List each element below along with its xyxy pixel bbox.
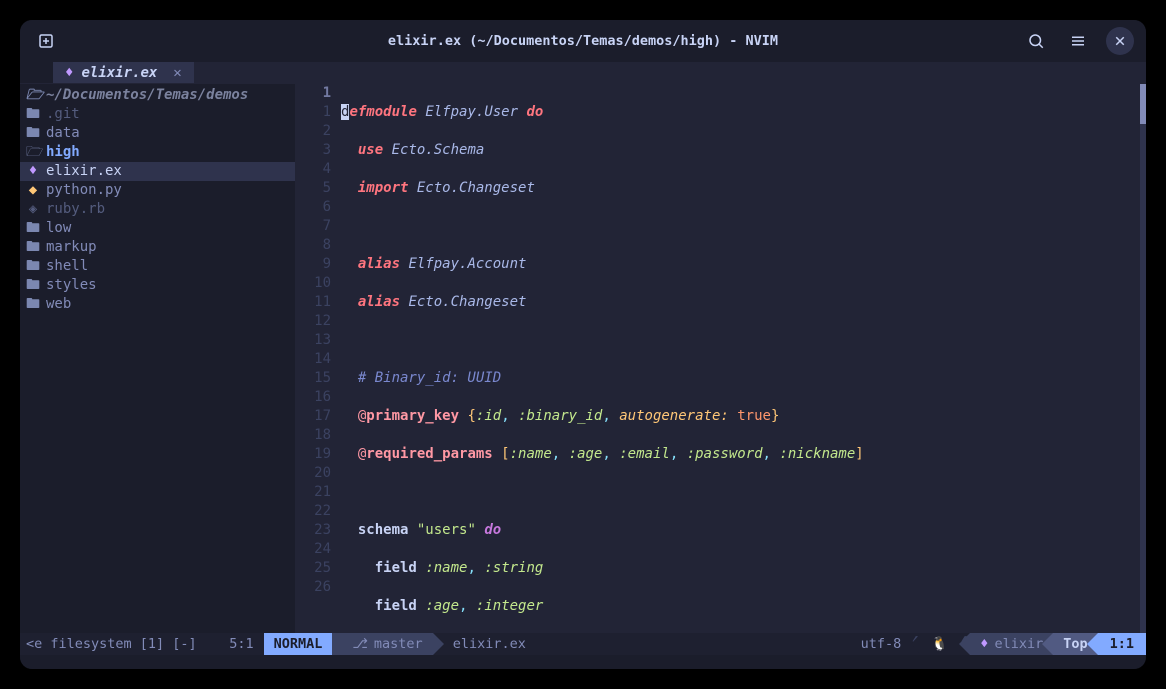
folder-open-icon: 🗁 bbox=[26, 86, 40, 105]
folder-icon: 🖿 bbox=[26, 257, 40, 276]
status-position: 1:1 bbox=[1098, 633, 1146, 655]
status-filetype: ♦elixir bbox=[970, 633, 1053, 655]
statusline: <e filesystem [1] [-] 5:1 NORMAL ⎇master… bbox=[20, 633, 1146, 655]
line-number: 17 bbox=[295, 407, 331, 426]
tree-item-label: ruby.rb bbox=[46, 200, 105, 219]
line-number: 6 bbox=[295, 198, 331, 217]
titlebar: elixir.ex (~/Documentos/Temas/demos/high… bbox=[20, 20, 1146, 62]
tree-folder[interactable]: 🖿 styles bbox=[20, 276, 295, 295]
ruby-icon: ◈ bbox=[26, 200, 40, 219]
line-number: 11 bbox=[295, 293, 331, 312]
folder-icon: 🖿 bbox=[26, 105, 40, 124]
tree-item-label: python.py bbox=[46, 181, 122, 200]
status-filename: elixir.ex bbox=[433, 633, 536, 655]
code-area[interactable]: defmodule Elfpay.User do use Ecto.Schema… bbox=[341, 84, 1140, 633]
elixir-icon: ♦ bbox=[980, 636, 988, 652]
line-number: 26 bbox=[295, 578, 331, 597]
line-number: 25 bbox=[295, 559, 331, 578]
tree-item-label: .git bbox=[46, 105, 80, 124]
line-number: 15 bbox=[295, 369, 331, 388]
search-button[interactable] bbox=[1022, 27, 1050, 55]
tree-item-label: markup bbox=[46, 238, 97, 257]
terminal-window: elixir.ex (~/Documentos/Temas/demos/high… bbox=[20, 20, 1146, 669]
status-os: 🐧 bbox=[921, 633, 958, 655]
tree-item-label: web bbox=[46, 295, 71, 314]
tree-item-label: styles bbox=[46, 276, 97, 295]
tree-folder[interactable]: 🖿 data bbox=[20, 124, 295, 143]
tree-file[interactable]: ◈ ruby.rb bbox=[20, 200, 295, 219]
scrollbar-thumb[interactable] bbox=[1140, 84, 1146, 124]
status-mode: NORMAL bbox=[264, 633, 333, 655]
line-number: 4 bbox=[295, 160, 331, 179]
tree-item-label: shell bbox=[46, 257, 88, 276]
close-button[interactable] bbox=[1106, 27, 1134, 55]
line-number: 5 bbox=[295, 179, 331, 198]
tree-file[interactable]: ♦ elixir.ex bbox=[20, 162, 295, 181]
folder-icon: 🖿 bbox=[26, 295, 40, 314]
line-number: 7 bbox=[295, 217, 331, 236]
folder-icon: 🖿 bbox=[26, 219, 40, 238]
tree-root[interactable]: 🗁~/Documentos/Temas/demos bbox=[20, 86, 295, 105]
folder-icon: 🖿 bbox=[26, 238, 40, 257]
line-number: 19 bbox=[295, 445, 331, 464]
elixir-icon: ♦ bbox=[26, 162, 40, 181]
folder-icon: 🖿 bbox=[26, 276, 40, 295]
line-gutter: 1 12345678910111213141516171819202122232… bbox=[295, 84, 341, 633]
line-number: 8 bbox=[295, 236, 331, 255]
main-area: 🗁~/Documentos/Temas/demos 🖿 .git 🖿 data 🗁 h… bbox=[20, 84, 1146, 633]
line-number: 24 bbox=[295, 540, 331, 559]
tree-folder[interactable]: 🖿 markup bbox=[20, 238, 295, 257]
line-number: 14 bbox=[295, 350, 331, 369]
tree-folder[interactable]: 🖿 shell bbox=[20, 257, 295, 276]
line-number: 13 bbox=[295, 331, 331, 350]
status-left: <e filesystem [1] [-] 5:1 bbox=[20, 633, 264, 655]
scrollbar[interactable] bbox=[1140, 84, 1146, 633]
tree-file[interactable]: ◆ python.py bbox=[20, 181, 295, 200]
file-tree[interactable]: 🗁~/Documentos/Temas/demos 🖿 .git 🖿 data 🗁 h… bbox=[20, 84, 295, 633]
elixir-icon: ♦ bbox=[65, 65, 73, 81]
tree-folder[interactable]: 🖿 .git bbox=[20, 105, 295, 124]
window-title: elixir.ex (~/Documentos/Temas/demos/high… bbox=[20, 33, 1146, 49]
buffer-tabbar: ♦ elixir.ex ✕ bbox=[20, 62, 1146, 84]
editor[interactable]: 1 12345678910111213141516171819202122232… bbox=[295, 84, 1146, 633]
line-number: 18 bbox=[295, 426, 331, 445]
line-number: 22 bbox=[295, 502, 331, 521]
folder-icon: 🖿 bbox=[26, 124, 40, 143]
linux-icon: 🐧 bbox=[931, 636, 948, 652]
line-number: 21 bbox=[295, 483, 331, 502]
tree-item-label: elixir.ex bbox=[46, 162, 122, 181]
tree-item-label: low bbox=[46, 219, 71, 238]
tab-elixir[interactable]: ♦ elixir.ex ✕ bbox=[53, 62, 194, 83]
line-number: 10 bbox=[295, 274, 331, 293]
tree-item-label: data bbox=[46, 124, 80, 143]
new-tab-button[interactable] bbox=[32, 27, 60, 55]
folder-open-icon: 🗁 bbox=[26, 143, 40, 162]
line-number: 16 bbox=[295, 388, 331, 407]
line-number: 1 bbox=[295, 84, 331, 103]
line-number: 9 bbox=[295, 255, 331, 274]
line-number: 3 bbox=[295, 141, 331, 160]
tab-label: elixir.ex bbox=[81, 65, 157, 81]
status-encoding: utf-8 bbox=[851, 633, 910, 655]
tree-folder[interactable]: 🖿 web bbox=[20, 295, 295, 314]
line-number: 20 bbox=[295, 464, 331, 483]
line-number: 2 bbox=[295, 122, 331, 141]
tree-item-label: high bbox=[46, 143, 80, 162]
status-git: ⎇master bbox=[332, 633, 432, 655]
line-number: 23 bbox=[295, 521, 331, 540]
menu-button[interactable] bbox=[1064, 27, 1092, 55]
tab-close-icon[interactable]: ✕ bbox=[173, 65, 181, 81]
tree-folder[interactable]: 🖿 low bbox=[20, 219, 295, 238]
python-icon: ◆ bbox=[26, 181, 40, 200]
tree-folder[interactable]: 🗁 high bbox=[20, 143, 295, 162]
line-number: 12 bbox=[295, 312, 331, 331]
line-number: 1 bbox=[295, 103, 331, 122]
branch-icon: ⎇ bbox=[352, 636, 368, 652]
